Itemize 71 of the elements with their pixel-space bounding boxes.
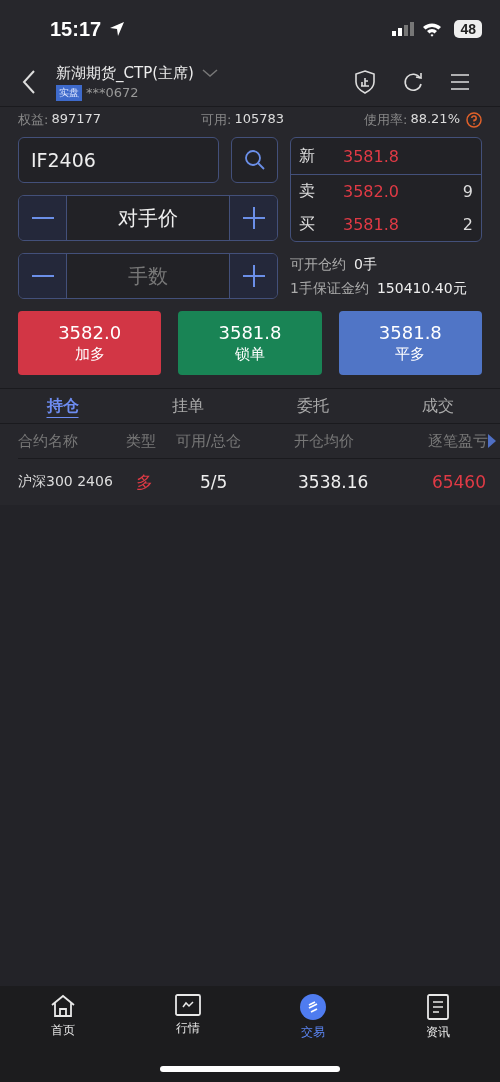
column-header: 合约名称 <box>18 431 79 451</box>
summary-value: 88.21% <box>410 111 460 128</box>
back-icon[interactable] <box>22 69 36 95</box>
battery-level: 48 <box>454 20 482 38</box>
location-icon <box>109 21 126 37</box>
search-icon <box>242 148 267 172</box>
help-icon[interactable] <box>466 112 482 128</box>
trade-icon <box>299 994 326 1020</box>
wifi-icon <box>422 21 443 37</box>
quote-price: 3582.0 <box>343 182 400 201</box>
account-number: ***0672 <box>86 85 139 100</box>
quote-price: 3581.8 <box>343 215 400 234</box>
column-header: 类型 <box>126 431 157 451</box>
refresh-icon[interactable] <box>402 71 424 93</box>
summary-label: 使用率: <box>364 111 408 129</box>
summary-value: 897177 <box>51 111 102 128</box>
plus-icon <box>242 207 265 229</box>
column-header: 逐笔盈亏 <box>427 431 488 451</box>
document-icon <box>426 994 449 1020</box>
chart-icon <box>174 994 201 1016</box>
summary-label: 可用: <box>201 111 232 129</box>
minus-button[interactable] <box>19 254 66 298</box>
quote-volume: 2 <box>462 215 473 234</box>
table-cell-text: 多 <box>135 470 154 494</box>
summary-label: 权益: <box>18 111 49 129</box>
column-header: 开仓均价 <box>294 431 355 451</box>
openable-label: 可开仓约 <box>290 256 346 274</box>
tab[interactable]: 挂单 <box>125 389 250 423</box>
shield-icon[interactable] <box>354 70 376 94</box>
quote-label: 卖 <box>299 181 316 202</box>
home-icon <box>49 994 76 1018</box>
margin-value: 150410.40元 <box>376 280 467 298</box>
order-button[interactable]: 3581.8 平多 <box>338 311 482 375</box>
openable-value: 0手 <box>354 256 377 274</box>
summary-value: 105783 <box>234 111 285 128</box>
table-cell-text: 沪深300 2406 <box>18 473 114 491</box>
nav-item[interactable]: 首页 <box>0 994 125 1062</box>
symbol-field[interactable]: IF2406 <box>18 137 219 183</box>
nav-item[interactable]: 行情 <box>125 994 250 1062</box>
order-button[interactable]: 3582.0 加多 <box>18 311 162 375</box>
scroll-right-icon[interactable] <box>488 434 496 448</box>
price-type-field[interactable]: 对手价 <box>66 196 230 240</box>
quantity-field[interactable]: 手数 <box>66 254 230 298</box>
signal-icon <box>392 22 415 36</box>
chevron-down-icon[interactable] <box>201 68 218 78</box>
status-time: 15:17 <box>50 17 102 41</box>
menu-icon[interactable] <box>450 73 470 91</box>
quote-label: 新 <box>299 145 316 167</box>
plus-button[interactable] <box>230 196 277 240</box>
nav-item[interactable]: 资讯 <box>375 994 500 1062</box>
search-button[interactable] <box>231 137 278 183</box>
table-cell-text: 65460 <box>430 472 486 492</box>
plus-button[interactable] <box>230 254 277 298</box>
tab[interactable]: 成交 <box>375 389 500 423</box>
order-button[interactable]: 3581.8 锁单 <box>178 311 322 375</box>
column-header: 可用/总仓 <box>176 431 243 451</box>
minus-icon <box>31 216 54 220</box>
quote-volume: 9 <box>462 182 473 201</box>
quote-label: 买 <box>299 214 316 235</box>
table-cell-text: 5/5 <box>199 472 229 492</box>
quote-price: 3581.8 <box>343 146 400 166</box>
tab[interactable]: 持仓 <box>0 389 125 423</box>
account-title[interactable]: 新湖期货_CTP(主席) <box>56 63 194 83</box>
tab[interactable]: 委托 <box>250 389 375 423</box>
minus-button[interactable] <box>19 196 66 240</box>
minus-icon <box>31 274 54 278</box>
nav-item[interactable]: 交易 <box>250 994 375 1062</box>
margin-label: 1手保证金约 <box>290 280 369 298</box>
table-cell-text: 3538.16 <box>297 472 370 492</box>
account-tag: 实盘 <box>56 84 82 101</box>
plus-icon <box>242 265 265 287</box>
